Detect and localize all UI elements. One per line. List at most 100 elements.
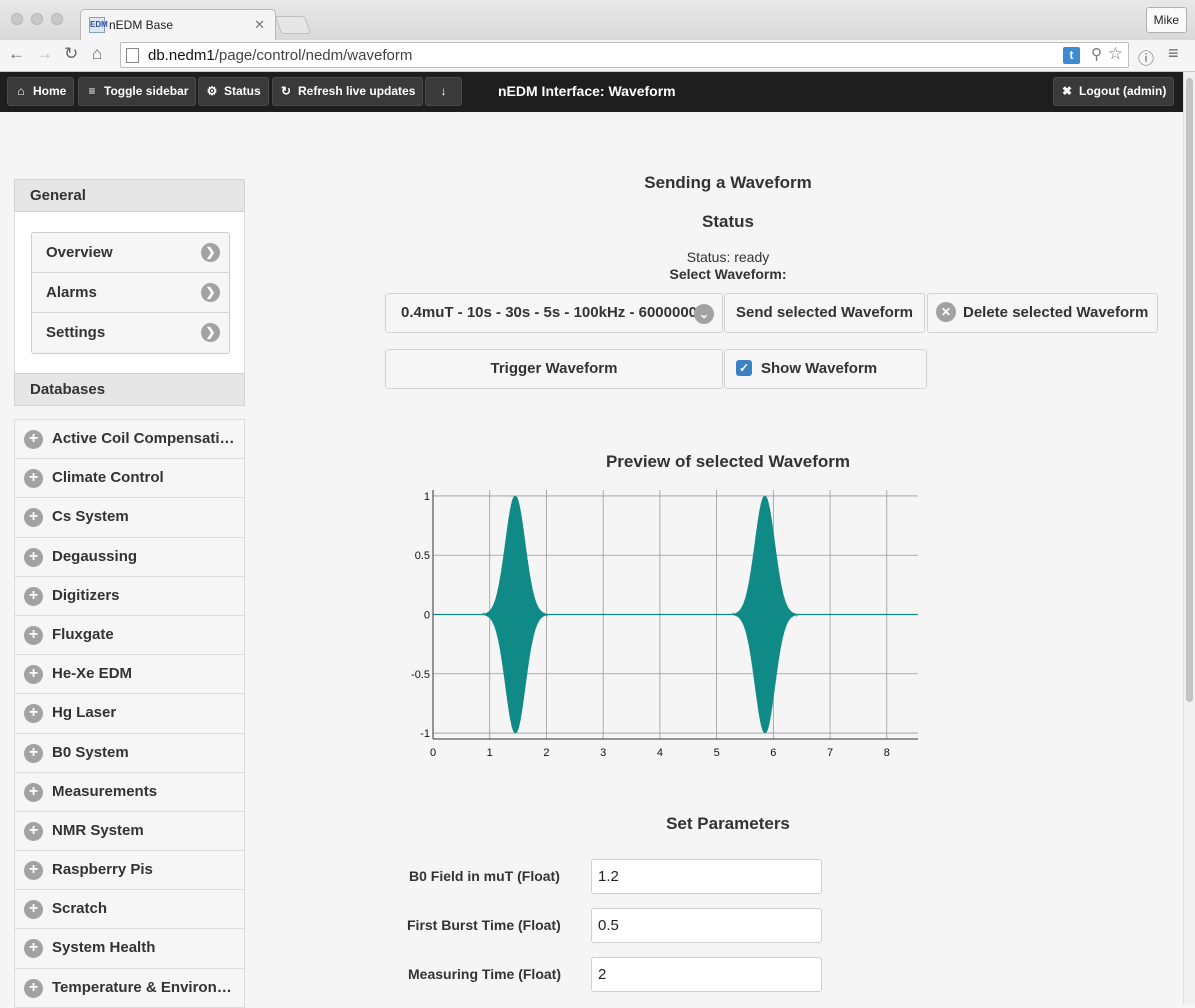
sidebar-item-overview[interactable]: Overview ❯ — [32, 233, 229, 273]
delete-waveform-label: Delete selected Waveform — [963, 304, 1149, 321]
delete-waveform-button[interactable]: ✕ Delete selected Waveform — [927, 293, 1158, 333]
params-heading: Set Parameters — [666, 814, 790, 833]
plus-icon: + — [24, 978, 43, 998]
x-tick-label: 2 — [543, 747, 549, 759]
show-waveform-toggle[interactable]: ✓ Show Waveform — [724, 349, 927, 389]
refresh-icon: ↻ — [280, 84, 292, 98]
x-tick-label: 3 — [600, 747, 606, 759]
db-item-cs-system[interactable]: + Cs System — [14, 498, 245, 538]
x-tick-label: 8 — [884, 747, 890, 759]
general-header: General — [14, 179, 245, 212]
db-item-active-coil-compensation[interactable]: + Active Coil Compensati… — [14, 420, 245, 460]
tab-title: nEDM Base — [109, 18, 174, 32]
chrome-menu-icon[interactable]: ≡ — [1168, 43, 1179, 64]
toggle-sidebar-button[interactable]: ≡ Toggle sidebar — [78, 77, 197, 106]
scrollbar-thumb[interactable] — [1186, 78, 1193, 702]
y-tick-label: 1 — [424, 491, 430, 503]
status-text: Status: ready — [686, 249, 770, 265]
zoom-icon[interactable]: ⚲ — [1091, 45, 1102, 63]
browser-tabstrip: EDM nEDM Base ✕ Mike — [0, 0, 1195, 40]
sidebar: General Overview ❯ Alarms ❯ Settings ❯ Data… — [14, 179, 245, 1008]
reload-icon[interactable]: ↻ — [64, 44, 78, 64]
maximize-window-button[interactable] — [51, 13, 63, 25]
sidebar-item-settings[interactable]: Settings ❯ — [32, 313, 229, 353]
waveform-select[interactable]: 0.4muT - 10s - 30s - 5s - 100kHz - 60000… — [385, 293, 723, 333]
logout-button[interactable]: ✖ Logout (admin) — [1053, 77, 1175, 106]
x-tick-label: 1 — [487, 747, 493, 759]
home-button[interactable]: ⌂ Home — [7, 77, 75, 106]
extension-t-icon[interactable]: t — [1063, 47, 1080, 64]
send-waveform-button[interactable]: Send selected Waveform — [724, 293, 925, 333]
chevron-right-icon: ❯ — [201, 323, 220, 342]
plus-icon: + — [24, 939, 43, 959]
plus-icon: + — [24, 547, 43, 567]
db-item-system-health[interactable]: + System Health — [14, 929, 245, 969]
x-tick-label: 5 — [714, 747, 720, 759]
plus-icon: + — [24, 469, 43, 489]
app-navbar: ⌂ Home ≡ Toggle sidebar ⚙ Status ↻ Refresh l… — [0, 72, 1183, 112]
plus-icon: + — [24, 704, 43, 724]
waveform-select-value: 0.4muT - 10s - 30s - 5s - 100kHz - 60000… — [401, 304, 698, 321]
browser-tab[interactable]: EDM nEDM Base ✕ — [80, 9, 276, 40]
y-tick-label: -1 — [420, 728, 430, 740]
db-item-degaussing[interactable]: + Degaussing — [14, 537, 245, 577]
chevron-right-icon: ❯ — [201, 243, 220, 262]
waveform-chart: 0 1 2 3 4 5 6 7 8 -1 -0.5 0 0.5 1 — [400, 486, 925, 766]
checkbox-checked-icon[interactable]: ✓ — [736, 359, 752, 376]
browser-toolbar: ← → ↻ ⌂ db.nedm1/page/control/nedm/wavef… — [0, 40, 1195, 72]
db-item-climate-control[interactable]: + Climate Control — [14, 459, 245, 499]
download-button[interactable]: ↓ — [425, 77, 462, 106]
bookmark-star-icon[interactable]: ☆ — [1108, 44, 1123, 64]
db-item-measurements[interactable]: + Measurements — [14, 772, 245, 812]
waveform-chart-svg: 0 1 2 3 4 5 6 7 8 -1 -0.5 0 0.5 1 — [411, 490, 918, 759]
tab-close-icon[interactable]: ✕ — [254, 17, 265, 33]
address-bar[interactable]: db.nedm1/page/control/nedm/waveform t ⚲ … — [120, 42, 1129, 68]
db-item-scratch[interactable]: + Scratch — [14, 890, 245, 930]
chevron-right-icon: ❯ — [201, 283, 220, 302]
new-tab-button[interactable] — [274, 16, 312, 34]
first-burst-time-input[interactable] — [591, 908, 822, 943]
plus-icon: + — [24, 861, 43, 881]
plus-icon: + — [24, 743, 43, 763]
db-item-he-xe-edm[interactable]: + He-Xe EDM — [14, 655, 245, 695]
status-button[interactable]: ⚙ Status — [198, 77, 269, 106]
plus-icon: + — [24, 508, 43, 528]
db-item-fluxgate[interactable]: + Fluxgate — [14, 615, 245, 656]
minimize-window-button[interactable] — [31, 13, 43, 25]
refresh-live-updates-button[interactable]: ↻ Refresh live updates — [272, 77, 424, 106]
select-waveform-label: Select Waveform: — [669, 266, 787, 282]
trigger-waveform-button[interactable]: Trigger Waveform — [385, 349, 723, 389]
back-arrow-icon[interactable]: ← — [8, 44, 25, 64]
down-arrow-icon: ↓ — [440, 84, 447, 98]
page-icon — [126, 48, 139, 63]
x-tick-label: 4 — [657, 747, 663, 759]
info-icon[interactable]: ⓘ — [1138, 45, 1154, 69]
section-heading-sending: Sending a Waveform — [644, 173, 812, 192]
databases-list: + Active Coil Compensati… + Climate Contro… — [14, 419, 245, 1008]
plus-icon: + — [24, 586, 43, 606]
profile-button[interactable]: Mike — [1145, 7, 1187, 33]
home-icon[interactable]: ⌂ — [92, 44, 102, 64]
sidebar-item-alarms[interactable]: Alarms ❯ — [32, 273, 229, 313]
preview-heading: Preview of selected Waveform — [605, 452, 851, 471]
db-item-nmr-system[interactable]: + NMR System — [14, 811, 245, 852]
close-window-button[interactable] — [11, 13, 23, 25]
plus-icon: + — [24, 430, 43, 449]
b0-field-input[interactable] — [591, 859, 822, 894]
b0-field-label: B0 Field in muT (Float) — [409, 868, 560, 884]
measuring-time-input[interactable] — [591, 957, 822, 992]
db-item-raspberry-pis[interactable]: + Raspberry Pis — [14, 851, 245, 891]
db-item-b0-system[interactable]: + B0 System — [14, 733, 245, 773]
favicon-icon: EDM — [89, 17, 108, 33]
x-tick-label: 6 — [770, 747, 776, 759]
measuring-time-label: Measuring Time (Float) — [408, 966, 561, 982]
y-tick-label: -0.5 — [411, 669, 430, 681]
forward-arrow-icon[interactable]: → — [36, 44, 53, 64]
section-heading-status: Status — [702, 212, 754, 231]
y-tick-label: 0.5 — [415, 550, 430, 562]
db-item-temperature-environment[interactable]: + Temperature & Environ… — [14, 968, 245, 1008]
db-item-hg-laser[interactable]: + Hg Laser — [14, 694, 245, 734]
plus-icon: + — [24, 782, 43, 802]
page-scrollbar[interactable] — [1183, 72, 1195, 1004]
db-item-digitizers[interactable]: + Digitizers — [14, 576, 245, 616]
